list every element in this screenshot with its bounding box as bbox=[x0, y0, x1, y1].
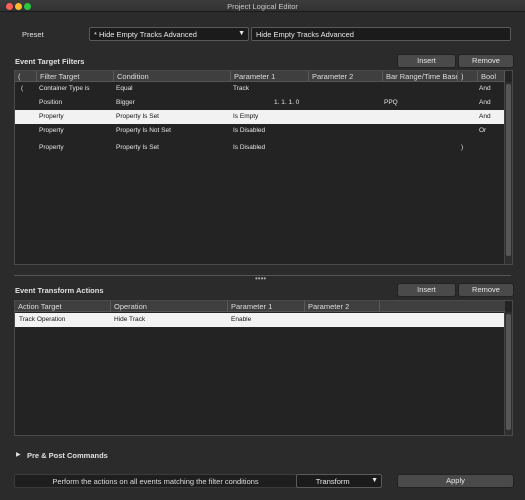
window-titlebar[interactable]: Project Logical Editor bbox=[0, 0, 525, 12]
col-bool[interactable]: Bool bbox=[478, 71, 505, 82]
actions-heading: Event Transform Actions bbox=[15, 286, 104, 295]
chevron-down-icon: ▼ bbox=[238, 30, 245, 37]
preset-name-field[interactable]: Hide Empty Tracks Advanced bbox=[251, 27, 511, 41]
actions-scrollbar-thumb[interactable] bbox=[506, 314, 511, 430]
col-operation[interactable]: Operation bbox=[111, 301, 228, 312]
col-parameter-1[interactable]: Parameter 1 bbox=[231, 71, 309, 82]
preset-label: Preset bbox=[22, 30, 44, 39]
col-action-parameter-1[interactable]: Parameter 1 bbox=[228, 301, 305, 312]
filters-insert-button[interactable]: Insert bbox=[397, 54, 456, 68]
table-row-selected[interactable]: Property Property Is Set Is Empty And bbox=[15, 110, 505, 124]
col-condition[interactable]: Condition bbox=[114, 71, 231, 82]
col-bar-range[interactable]: Bar Range/Time Base bbox=[383, 71, 458, 82]
function-description: Perform the actions on all events matchi… bbox=[14, 474, 297, 488]
preset-selected-value: * Hide Empty Tracks Advanced bbox=[94, 30, 197, 39]
filters-scrollbar[interactable] bbox=[504, 82, 512, 264]
preset-selector[interactable]: * Hide Empty Tracks Advanced ▼ bbox=[89, 27, 249, 41]
actions-insert-button[interactable]: Insert bbox=[397, 283, 456, 297]
splitter-grip-icon[interactable]: •••• bbox=[255, 274, 266, 283]
filters-scrollbar-thumb[interactable] bbox=[506, 84, 511, 256]
chevron-down-icon: ▼ bbox=[371, 477, 378, 484]
apply-button[interactable]: Apply bbox=[397, 474, 514, 488]
col-open-paren[interactable]: ( bbox=[15, 71, 37, 82]
actions-remove-button[interactable]: Remove bbox=[458, 283, 514, 297]
table-row[interactable]: ( Container Type is Equal Track And bbox=[15, 82, 505, 96]
filters-table[interactable]: ( Filter Target Condition Parameter 1 Pa… bbox=[14, 70, 513, 265]
filters-remove-button[interactable]: Remove bbox=[458, 54, 514, 68]
actions-table-header: Action Target Operation Parameter 1 Para… bbox=[15, 301, 505, 312]
window-title: Project Logical Editor bbox=[227, 1, 298, 11]
function-selector[interactable]: Transform ▼ bbox=[296, 474, 382, 488]
col-action-parameter-2[interactable]: Parameter 2 bbox=[305, 301, 380, 312]
table-row[interactable]: Position Bigger 1. 1. 1. 0 PPQ And bbox=[15, 96, 505, 110]
table-row[interactable]: Property Property Is Not Set Is Disabled… bbox=[15, 124, 505, 138]
table-row-selected[interactable]: Track Operation Hide Track Enable bbox=[15, 313, 505, 327]
triangle-right-icon[interactable]: ▶ bbox=[16, 451, 21, 458]
col-filter-target[interactable]: Filter Target bbox=[37, 71, 114, 82]
actions-scrollbar[interactable] bbox=[504, 312, 512, 435]
table-row[interactable]: Property Property Is Set Is Disabled ) bbox=[15, 141, 505, 155]
col-close-paren[interactable]: ) bbox=[458, 71, 478, 82]
filters-heading: Event Target Filters bbox=[15, 57, 85, 66]
preset-name-value: Hide Empty Tracks Advanced bbox=[256, 30, 354, 39]
function-selected-value: Transform bbox=[315, 477, 350, 486]
function-description-text: Perform the actions on all events matchi… bbox=[52, 477, 259, 486]
actions-table[interactable]: Action Target Operation Parameter 1 Para… bbox=[14, 300, 513, 436]
filters-table-header: ( Filter Target Condition Parameter 1 Pa… bbox=[15, 71, 505, 82]
col-action-target[interactable]: Action Target bbox=[15, 301, 111, 312]
pre-post-commands-toggle[interactable]: Pre & Post Commands bbox=[27, 451, 108, 460]
col-parameter-2[interactable]: Parameter 2 bbox=[309, 71, 383, 82]
